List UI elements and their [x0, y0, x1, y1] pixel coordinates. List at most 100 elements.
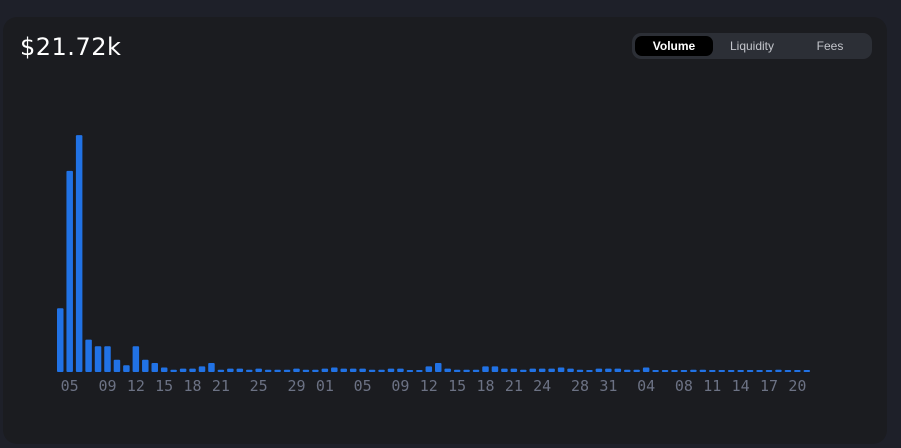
bar[interactable]	[501, 368, 508, 372]
bar[interactable]	[425, 366, 433, 372]
x-tick-label: 08	[675, 377, 693, 395]
bar[interactable]	[142, 359, 149, 372]
x-tick-label: 12	[127, 377, 145, 395]
bar[interactable]	[331, 367, 338, 372]
bar[interactable]	[529, 368, 537, 372]
bar[interactable]	[416, 370, 423, 372]
bar[interactable]	[340, 368, 348, 372]
bar[interactable]	[104, 346, 111, 372]
bar[interactable]	[746, 370, 754, 372]
bar[interactable]	[368, 369, 376, 372]
bar[interactable]	[680, 370, 688, 372]
bar[interactable]	[756, 370, 763, 372]
bar[interactable]	[718, 370, 726, 372]
bar[interactable]	[227, 368, 234, 372]
bar[interactable]	[520, 369, 527, 372]
bar[interactable]	[132, 346, 140, 372]
bar[interactable]	[482, 366, 489, 372]
x-tick-label: 09	[98, 377, 116, 395]
bar[interactable]	[113, 359, 121, 372]
bar[interactable]	[359, 368, 366, 372]
bar[interactable]	[642, 367, 650, 372]
bar[interactable]	[274, 369, 281, 372]
x-tick-label: 04	[637, 377, 655, 395]
bar[interactable]	[727, 370, 735, 372]
bar[interactable]	[246, 369, 253, 372]
bars-group	[57, 135, 811, 372]
bar[interactable]	[170, 369, 177, 372]
bar[interactable]	[179, 368, 187, 372]
bar[interactable]	[406, 370, 414, 372]
bar[interactable]	[255, 368, 262, 372]
bar[interactable]	[765, 370, 773, 372]
bar[interactable]	[94, 346, 102, 372]
x-tick-label: 14	[732, 377, 750, 395]
bar[interactable]	[208, 363, 215, 372]
bar[interactable]	[387, 368, 395, 372]
x-tick-label: 17	[760, 377, 778, 395]
bar[interactable]	[671, 370, 678, 372]
bar[interactable]	[123, 365, 130, 372]
x-tick-label: 21	[505, 377, 523, 395]
bar[interactable]	[444, 368, 451, 372]
bar[interactable]	[453, 369, 461, 372]
bar[interactable]	[775, 369, 782, 372]
x-tick-label: 12	[420, 377, 438, 395]
bar[interactable]	[312, 369, 319, 372]
volume-bar-chart: 05 09 12 15 18 21 25 29 01 05 09 12 15 18 21 24 28 31 04 08…	[57, 135, 811, 395]
x-tick-label: 05	[61, 377, 79, 395]
bar[interactable]	[690, 369, 697, 372]
bar[interactable]	[614, 368, 622, 372]
bar[interactable]	[463, 369, 470, 372]
x-tick-label: 11	[703, 377, 721, 395]
x-tick-label: 18	[184, 377, 202, 395]
bar[interactable]	[236, 368, 244, 372]
bar[interactable]	[57, 308, 64, 372]
bar[interactable]	[605, 368, 612, 372]
bar[interactable]	[737, 370, 744, 372]
x-tick-label: 20	[788, 377, 806, 395]
bar[interactable]	[595, 368, 603, 372]
bar[interactable]	[217, 369, 225, 372]
bar[interactable]	[151, 363, 159, 372]
bar[interactable]	[567, 368, 574, 372]
bar[interactable]	[538, 368, 546, 372]
bar[interactable]	[548, 368, 555, 372]
x-tick-label: 15	[155, 377, 173, 395]
bar[interactable]	[510, 368, 518, 372]
bar[interactable]	[349, 368, 357, 372]
bar[interactable]	[378, 369, 385, 372]
bar[interactable]	[302, 369, 310, 372]
bar[interactable]	[491, 366, 499, 372]
bar[interactable]	[293, 368, 300, 372]
bar[interactable]	[699, 369, 707, 372]
bar[interactable]	[283, 369, 291, 372]
bar[interactable]	[709, 370, 716, 372]
bar[interactable]	[75, 135, 83, 372]
x-tick-label: 24	[533, 377, 551, 395]
bar[interactable]	[803, 370, 811, 372]
bar[interactable]	[624, 369, 631, 372]
bar[interactable]	[794, 370, 801, 372]
bar[interactable]	[264, 369, 272, 372]
bar[interactable]	[472, 369, 480, 372]
bar[interactable]	[397, 368, 404, 372]
bar[interactable]	[321, 368, 329, 372]
bar[interactable]	[586, 370, 593, 372]
bar[interactable]	[66, 170, 73, 372]
bar[interactable]	[435, 363, 442, 372]
bar[interactable]	[633, 369, 640, 372]
bar[interactable]	[652, 370, 659, 372]
bar[interactable]	[784, 370, 792, 372]
x-tick-label: 31	[599, 377, 617, 395]
x-tick-label: 25	[250, 377, 268, 395]
bar[interactable]	[189, 368, 196, 372]
bar[interactable]	[576, 369, 584, 372]
bar[interactable]	[557, 367, 565, 372]
bar[interactable]	[661, 370, 669, 372]
bar[interactable]	[198, 366, 206, 372]
bar[interactable]	[160, 367, 168, 372]
x-tick-label: 18	[476, 377, 494, 395]
x-tick-label: 21	[212, 377, 230, 395]
bar[interactable]	[85, 339, 92, 372]
